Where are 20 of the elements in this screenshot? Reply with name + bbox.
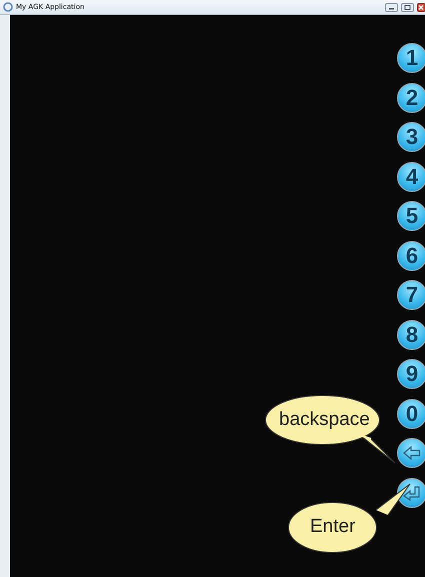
callout-label: Enter bbox=[310, 516, 356, 538]
digit-key[interactable]: 5 bbox=[397, 201, 425, 231]
maximize-button[interactable] bbox=[401, 2, 414, 12]
digit-key[interactable]: 1 bbox=[397, 43, 425, 73]
digit-key[interactable]: 0 bbox=[397, 398, 425, 428]
app-icon bbox=[3, 2, 13, 12]
callout-label: backspace bbox=[279, 409, 370, 431]
digit-key[interactable]: 3 bbox=[397, 122, 425, 152]
digit-key[interactable]: 8 bbox=[397, 320, 425, 350]
digit-key[interactable]: 7 bbox=[397, 280, 425, 310]
enter-key[interactable] bbox=[397, 478, 425, 508]
digit-key[interactable]: 2 bbox=[397, 82, 425, 112]
digit-key[interactable]: 4 bbox=[397, 162, 425, 192]
return-arrow-icon bbox=[403, 484, 421, 500]
backspace-key[interactable] bbox=[397, 438, 425, 468]
digit-key[interactable]: 6 bbox=[397, 240, 425, 270]
close-button[interactable] bbox=[417, 2, 425, 12]
digit-key[interactable]: 9 bbox=[397, 359, 425, 389]
minimize-button[interactable] bbox=[385, 2, 398, 12]
left-arrow-icon bbox=[403, 446, 421, 460]
